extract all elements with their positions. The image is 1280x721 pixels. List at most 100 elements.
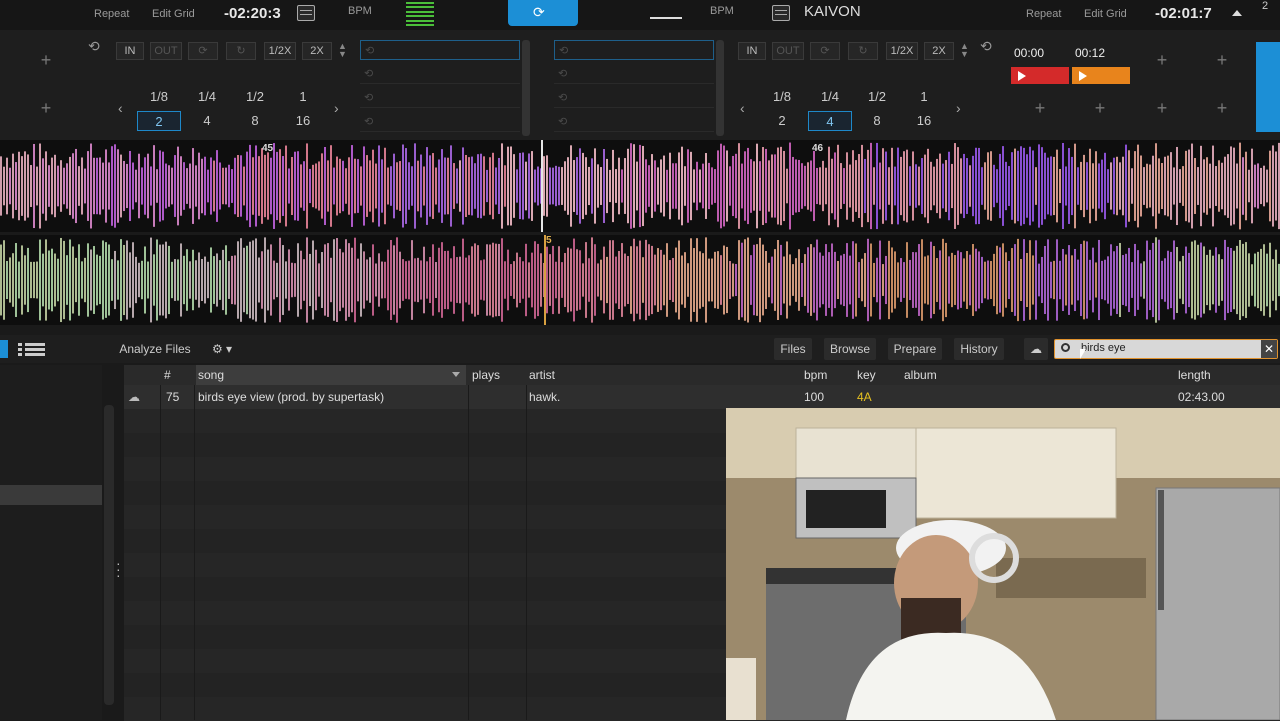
left-loop-double-button[interactable]: 2X: [302, 42, 332, 60]
right-loop-half-button[interactable]: 1/2X: [886, 42, 918, 60]
left-repeat-button[interactable]: Repeat: [94, 8, 129, 20]
left-saved-loop-slot-3[interactable]: ⟲: [360, 88, 520, 108]
cue-1-pad[interactable]: [1011, 67, 1069, 84]
right-beat-next-arrow[interactable]: ›: [956, 100, 961, 116]
right-edit-grid-button[interactable]: Edit Grid: [1084, 8, 1127, 20]
settings-gear-icon[interactable]: ⚙ ▾: [204, 338, 240, 360]
cue-add-4[interactable]: +: [1202, 50, 1242, 71]
left-grid-icon[interactable]: [297, 5, 315, 21]
left-saved-loop-slot-4[interactable]: ⟲: [360, 112, 520, 132]
left-sampler-add-2[interactable]: +: [26, 98, 66, 119]
left-beat-7[interactable]: 8: [233, 111, 277, 131]
tab-history[interactable]: History: [954, 338, 1004, 360]
right-repeat-button[interactable]: Repeat: [1026, 8, 1061, 20]
cue-add-5[interactable]: +: [1020, 98, 1060, 119]
cloud-icon[interactable]: ☁: [1024, 338, 1048, 360]
view-grid-toggle[interactable]: [0, 340, 8, 358]
right-loop-stepper[interactable]: ▲ ▼: [960, 42, 970, 60]
column-bpm[interactable]: bpm: [804, 368, 827, 382]
cue-add-6[interactable]: +: [1080, 98, 1120, 119]
left-beat-8[interactable]: 16: [281, 111, 325, 131]
left-beat-next-arrow[interactable]: ›: [334, 100, 339, 116]
left-saved-loops-scrollbar[interactable]: [522, 40, 530, 136]
search-input[interactable]: birds eye: [1081, 342, 1126, 354]
splitter-handle-icon[interactable]: · · ·: [116, 556, 121, 582]
analyze-files-button[interactable]: Analyze Files: [114, 338, 196, 360]
right-bpm-label: BPM: [710, 5, 734, 17]
tab-browse[interactable]: Browse: [824, 338, 876, 360]
left-loop-out-button[interactable]: OUT: [150, 42, 182, 60]
column-key[interactable]: key: [857, 368, 876, 382]
cue-2-pad[interactable]: [1072, 67, 1130, 84]
eject-icon[interactable]: [1232, 10, 1242, 16]
left-beat-3[interactable]: 1/2: [233, 87, 277, 107]
tab-prepare[interactable]: Prepare: [888, 338, 942, 360]
left-loop-stepper[interactable]: ▲ ▼: [338, 42, 348, 60]
right-saved-loops-scrollbar[interactable]: [716, 40, 724, 136]
track-song: birds eye view (prod. by supertask): [198, 390, 385, 404]
track-key: 4A: [857, 390, 872, 404]
right-track-artist: KAIVON: [804, 3, 861, 20]
sync-button[interactable]: ⟳: [508, 0, 578, 26]
right-beat-8[interactable]: 16: [902, 111, 946, 131]
sidebar-scrollbar[interactable]: [104, 405, 114, 705]
left-sampler-add-1[interactable]: +: [26, 50, 66, 71]
deck-2-waveform[interactable]: 5: [0, 235, 1280, 325]
left-edit-grid-button[interactable]: Edit Grid: [152, 8, 195, 20]
right-beat-7[interactable]: 8: [855, 111, 899, 131]
right-loop-double-button[interactable]: 2X: [924, 42, 954, 60]
left-saved-loop-slot-2[interactable]: ⟲: [360, 64, 520, 84]
deck-1-waveform[interactable]: 45 46: [0, 140, 1280, 232]
right-loop-autoloop-icon[interactable]: ↻: [848, 42, 878, 60]
left-beat-1[interactable]: 1/8: [137, 87, 181, 107]
right-beat-5[interactable]: 2: [760, 111, 804, 131]
right-loop-out-button[interactable]: OUT: [772, 42, 804, 60]
left-beat-5-selected[interactable]: 2: [137, 111, 181, 131]
left-loop-half-button[interactable]: 1/2X: [264, 42, 296, 60]
clear-search-icon[interactable]: ✕: [1261, 340, 1277, 358]
column-divider: [468, 385, 469, 720]
search-box[interactable]: birds eye ✕: [1054, 339, 1278, 359]
right-saved-loop-slot-1[interactable]: ⟲: [554, 40, 714, 60]
right-saved-loop-slot-3[interactable]: ⟲: [554, 88, 714, 108]
column-album[interactable]: album: [904, 368, 937, 382]
right-beat-prev-arrow[interactable]: ‹: [740, 100, 745, 116]
loop-slot-icon: ⟲: [364, 116, 374, 128]
right-loop-reloop-icon[interactable]: ⟳: [810, 42, 840, 60]
column-length[interactable]: length: [1178, 368, 1211, 382]
left-loop-in-button[interactable]: IN: [116, 42, 144, 60]
left-saved-loop-slot-1[interactable]: ⟲: [360, 40, 520, 60]
left-beat-prev-arrow[interactable]: ‹: [118, 100, 123, 116]
left-loop-reloop-icon[interactable]: ⟳: [188, 42, 218, 60]
right-beat-6-selected[interactable]: 4: [808, 111, 852, 131]
table-row[interactable]: ☁ 75 birds eye view (prod. by supertask)…: [124, 385, 1280, 409]
left-beat-2[interactable]: 1/4: [185, 87, 229, 107]
right-beat-2[interactable]: 1/4: [808, 87, 852, 107]
column-num[interactable]: #: [164, 368, 171, 382]
column-song[interactable]: song: [196, 365, 466, 385]
left-loop-refresh-icon[interactable]: ⟲: [88, 38, 100, 55]
cue-add-3[interactable]: +: [1142, 50, 1182, 71]
loop-slot-icon: ⟲: [364, 68, 374, 80]
right-panel-tab[interactable]: [1256, 42, 1280, 132]
webcam-overlay: [726, 408, 1280, 720]
right-beat-1[interactable]: 1/8: [760, 87, 804, 107]
left-beat-4[interactable]: 1: [281, 87, 325, 107]
right-beat-4[interactable]: 1: [902, 87, 946, 107]
library-sidebar[interactable]: [0, 365, 102, 720]
cue-add-8[interactable]: +: [1202, 98, 1242, 119]
right-beat-3[interactable]: 1/2: [855, 87, 899, 107]
right-loop-refresh-icon[interactable]: ⟲: [980, 38, 992, 55]
tab-files[interactable]: Files: [774, 338, 812, 360]
view-list-icon[interactable]: [14, 340, 50, 358]
sidebar-selected-item[interactable]: [0, 485, 102, 505]
right-loop-in-button[interactable]: IN: [738, 42, 766, 60]
left-beat-6[interactable]: 4: [185, 111, 229, 131]
left-loop-autoloop-icon[interactable]: ↻: [226, 42, 256, 60]
cue-add-7[interactable]: +: [1142, 98, 1182, 119]
right-grid-icon[interactable]: [772, 5, 790, 21]
column-artist[interactable]: artist: [529, 368, 555, 382]
column-plays[interactable]: plays: [472, 368, 500, 382]
right-saved-loop-slot-4[interactable]: ⟲: [554, 112, 714, 132]
right-saved-loop-slot-2[interactable]: ⟲: [554, 64, 714, 84]
